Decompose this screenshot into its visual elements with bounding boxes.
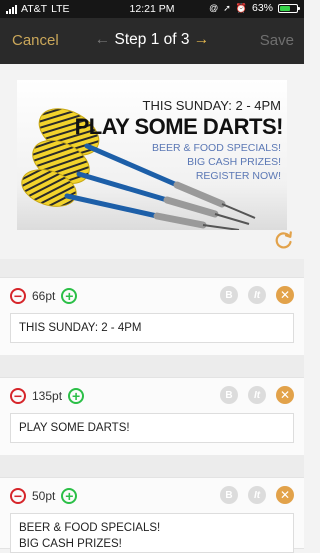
bold-button[interactable]: B [220,286,238,304]
carrier: AT&T [21,3,48,15]
banner-line-4: BIG CASH PRIZES! [187,156,281,168]
text-input[interactable]: BEER & FOOD SPECIALS! BIG CASH PRIZES! R… [10,513,294,553]
italic-button[interactable]: It [248,486,266,504]
alarm-icon: ⏰ [235,2,247,13]
increase-size-button[interactable]: + [61,488,78,504]
nav-bar: Cancel ← Step 1 of 3 → Save [0,18,304,64]
banner-line-2: PLAY SOME DARTS! [74,114,284,139]
remove-block-button[interactable]: ✕ [276,486,294,504]
section-divider [0,259,304,277]
font-size-value: 135pt [32,389,63,403]
bold-button[interactable]: B [220,386,238,404]
increase-size-button[interactable]: + [68,388,85,404]
text-input[interactable]: PLAY SOME DARTS! [10,413,294,443]
banner-line-1: THIS SUNDAY: 2 - 4PM [142,98,281,113]
save-button[interactable]: Save [260,32,294,49]
decrease-size-button[interactable]: − [10,488,26,504]
editor-content: THIS SUNDAY: 2 - 4PM PLAY SOME DARTS! BE… [0,64,304,553]
battery-percent: 63% [251,2,273,14]
location-icon: @ [209,3,219,13]
nav-arrow-icon: ➚ [223,2,231,13]
cancel-button[interactable]: Cancel [12,32,59,49]
signal-icon [6,4,17,14]
decrease-size-button[interactable]: − [10,388,26,404]
increase-size-button[interactable]: + [61,288,78,304]
preview-area: THIS SUNDAY: 2 - 4PM PLAY SOME DARTS! BE… [0,64,304,259]
battery-icon [278,3,300,13]
italic-button[interactable]: It [248,386,266,404]
section-divider [0,455,304,477]
banner-line-5: REGISTER NOW! [195,170,281,182]
bold-button[interactable]: B [220,486,238,504]
arrow-left-icon[interactable]: ← [95,31,111,48]
remove-block-button[interactable]: ✕ [276,386,294,404]
text-block: − 50pt + B It ✕ BEER & FOOD SPECIALS! BI… [0,477,304,553]
decrease-size-button[interactable]: − [10,288,26,304]
text-block: − 135pt + B It ✕ PLAY SOME DARTS! [0,377,304,457]
text-input[interactable]: THIS SUNDAY: 2 - 4PM [10,313,294,343]
banner-preview-image[interactable]: THIS SUNDAY: 2 - 4PM PLAY SOME DARTS! BE… [17,80,287,230]
font-size-value: 50pt [32,489,56,503]
section-divider [0,355,304,377]
status-bar: AT&T LTE 12:21 PM @ ➚ ⏰ 63% [0,0,304,18]
italic-button[interactable]: It [248,286,266,304]
banner-line-3: BEER & FOOD SPECIALS! [152,142,281,154]
text-block: − 66pt + B It ✕ THIS SUNDAY: 2 - 4PM [0,277,304,357]
refresh-icon[interactable] [274,230,294,250]
page-title: Step 1 of 3 [114,31,190,48]
font-size-value: 66pt [32,289,56,303]
remove-block-button[interactable]: ✕ [276,286,294,304]
network-type: LTE [51,3,70,15]
arrow-right-icon[interactable]: → [194,31,210,48]
